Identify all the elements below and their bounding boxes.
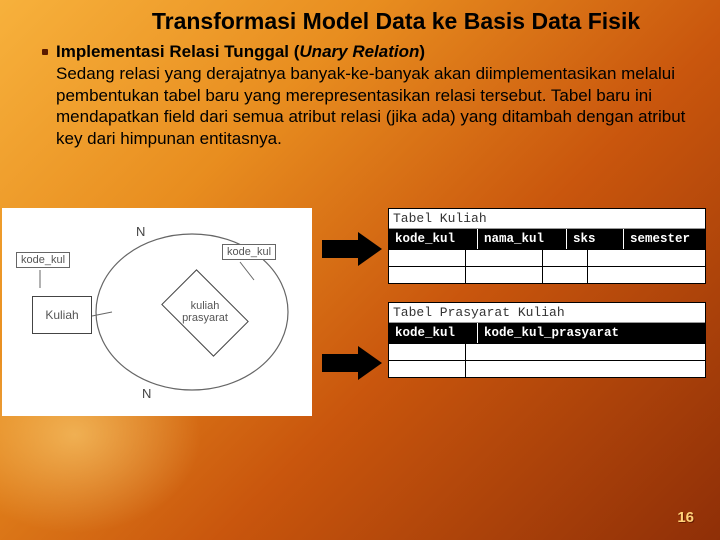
bullet-body: Sedang relasi yang derajatnya banyak-ke-… bbox=[56, 64, 685, 148]
page-number: 16 bbox=[677, 509, 694, 526]
col-header: sks bbox=[567, 229, 624, 249]
table-header-row: kode_kul nama_kul sks semester bbox=[389, 229, 705, 249]
arrow-icon bbox=[322, 232, 382, 266]
table-row bbox=[389, 266, 705, 283]
bullet-heading-suffix: ) bbox=[419, 42, 425, 61]
bullet-text: Implementasi Relasi Tunggal (Unary Relat… bbox=[56, 41, 696, 150]
col-header: nama_kul bbox=[478, 229, 567, 249]
bullet-icon bbox=[42, 49, 48, 55]
arrow-column bbox=[312, 226, 388, 380]
table-kuliah: Tabel Kuliah kode_kul nama_kul sks semes… bbox=[388, 208, 706, 284]
erd-relation-label: kuliah prasyarat bbox=[174, 300, 236, 324]
bullet-heading-prefix: Implementasi Relasi Tunggal ( bbox=[56, 42, 299, 61]
table-caption: Tabel Prasyarat Kuliah bbox=[389, 303, 705, 323]
table-caption: Tabel Kuliah bbox=[389, 209, 705, 229]
col-header: kode_kul_prasyarat bbox=[478, 323, 705, 343]
erd-entity: Kuliah bbox=[32, 296, 92, 334]
col-header: semester bbox=[624, 229, 705, 249]
col-header: kode_kul bbox=[389, 229, 478, 249]
table-row bbox=[389, 249, 705, 266]
col-header: kode_kul bbox=[389, 323, 478, 343]
bullet-heading-italic: Unary Relation bbox=[299, 42, 419, 61]
slide: Transformasi Model Data ke Basis Data Fi… bbox=[0, 0, 720, 540]
tables-column: Tabel Kuliah kode_kul nama_kul sks semes… bbox=[388, 208, 706, 396]
table-row bbox=[389, 360, 705, 377]
erd-card-bottom: N bbox=[142, 386, 151, 401]
arrow-icon bbox=[322, 346, 382, 380]
erd-relation-l1: kuliah bbox=[191, 300, 220, 312]
erd-key-right: kode_kul bbox=[222, 244, 276, 260]
erd-diagram: kode_kul kode_kul N N Kuliah kuliah pras… bbox=[2, 208, 312, 416]
bullet-item: Implementasi Relasi Tunggal (Unary Relat… bbox=[42, 41, 696, 150]
erd-card-top: N bbox=[136, 224, 145, 239]
erd-relation-l2: prasyarat bbox=[182, 312, 228, 324]
slide-title: Transformasi Model Data ke Basis Data Fi… bbox=[96, 8, 696, 35]
erd-key-left: kode_kul bbox=[16, 252, 70, 268]
table-prasyarat: Tabel Prasyarat Kuliah kode_kul kode_kul… bbox=[388, 302, 706, 378]
content-row: kode_kul kode_kul N N Kuliah kuliah pras… bbox=[0, 208, 720, 416]
table-header-row: kode_kul kode_kul_prasyarat bbox=[389, 323, 705, 343]
table-row bbox=[389, 343, 705, 360]
